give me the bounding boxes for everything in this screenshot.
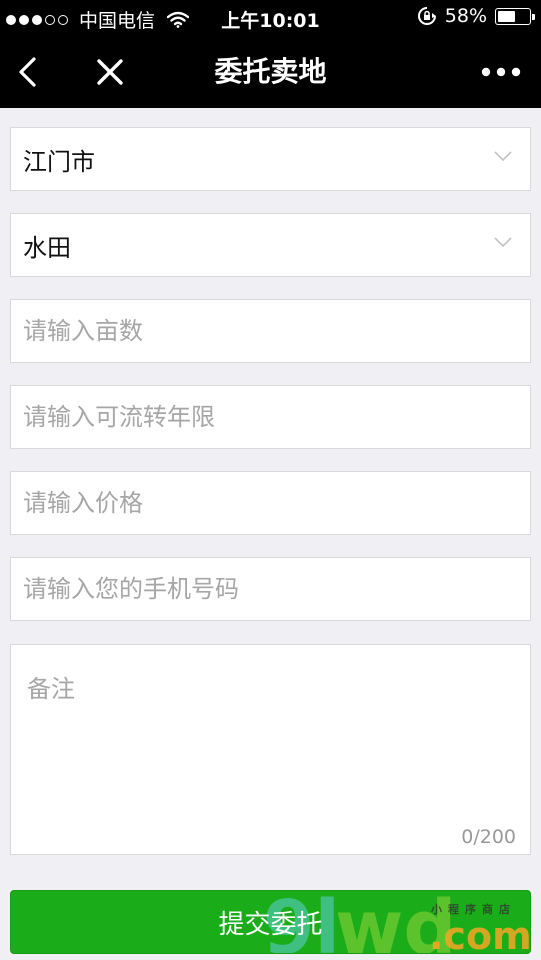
submit-button-label: 提交委托 [218, 909, 323, 940]
battery-tip [532, 13, 535, 20]
remark-field: 0/200 [10, 644, 531, 855]
remark-textarea[interactable] [27, 669, 515, 819]
battery-icon [495, 7, 535, 25]
land-type-select-value: 水田 [23, 233, 71, 262]
back-button[interactable] [6, 50, 50, 94]
city-select-value: 江门市 [23, 147, 95, 176]
more-dots-icon [481, 67, 521, 77]
status-right: 58% [417, 5, 535, 27]
phone-field [10, 557, 531, 621]
battery-level-fill [498, 10, 515, 22]
status-bar: 中国电信 上午10:01 58% [0, 0, 541, 36]
svg-text:小程序商店: 小程序商店 [430, 902, 516, 916]
nav-bar: 委托卖地 [0, 36, 541, 108]
battery-percent: 58% [444, 5, 487, 27]
svg-text:.com: .com [429, 914, 531, 954]
term-field [10, 385, 531, 449]
more-button[interactable] [479, 50, 523, 94]
page-title: 委托卖地 [214, 55, 327, 88]
submit-button[interactable]: 提交委托 9l wd .com 小程序商店 [10, 890, 531, 954]
phone-input[interactable] [23, 575, 505, 603]
rotation-lock-icon [417, 7, 436, 25]
price-input[interactable] [23, 489, 505, 517]
city-select[interactable]: 江门市 [10, 127, 531, 191]
term-input[interactable] [23, 403, 505, 431]
chevron-down-icon [494, 151, 512, 162]
chevron-left-icon [19, 57, 36, 87]
character-counter: 0/200 [461, 826, 516, 848]
close-button[interactable] [88, 50, 132, 94]
area-input[interactable] [23, 317, 505, 345]
close-icon [97, 59, 123, 85]
chevron-down-icon [494, 237, 512, 248]
land-type-select[interactable]: 水田 [10, 213, 531, 277]
svg-text:wd: wd [335, 891, 456, 954]
price-field [10, 471, 531, 535]
area-field [10, 299, 531, 363]
